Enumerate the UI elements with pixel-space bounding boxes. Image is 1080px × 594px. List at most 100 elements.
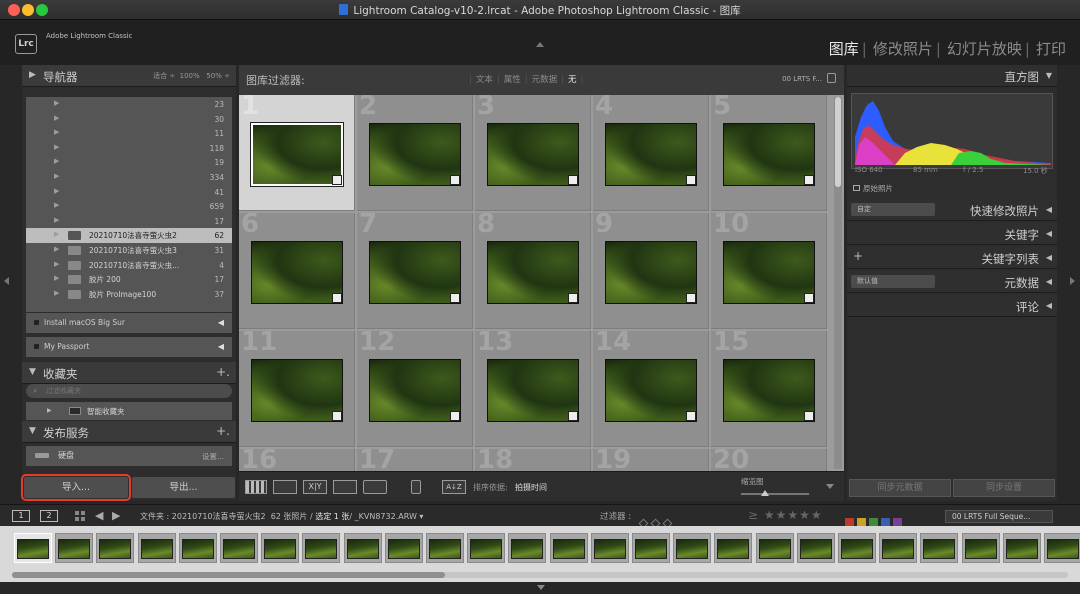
- grid-cell[interactable]: 4: [593, 95, 709, 211]
- folder-row[interactable]: ▶ 19: [26, 155, 232, 170]
- edited-badge-icon[interactable]: [686, 293, 696, 303]
- edited-badge-icon[interactable]: [804, 175, 814, 185]
- filmstrip-thumbnail[interactable]: [796, 533, 835, 563]
- expand-triangle-icon[interactable]: ▶: [54, 274, 59, 282]
- photo-thumbnail[interactable]: [251, 241, 343, 304]
- export-button[interactable]: 导出...: [132, 477, 235, 498]
- folder-row[interactable]: ▶ 20210710法喜寺萤火虫3 31: [26, 243, 232, 258]
- comments-header[interactable]: 评论 ◀: [847, 295, 1057, 317]
- loupe-view-icon[interactable]: [273, 480, 297, 494]
- collections-search[interactable]: ⌕: [26, 384, 232, 398]
- folder-row[interactable]: ▶ 23: [26, 97, 232, 112]
- expand-triangle-icon[interactable]: ▶: [54, 201, 59, 209]
- grid-cell[interactable]: 20: [711, 449, 827, 471]
- filmstrip-thumbnail[interactable]: [508, 533, 547, 563]
- grid-cell[interactable]: 6: [239, 213, 355, 329]
- edited-badge-icon[interactable]: [450, 293, 460, 303]
- filmstrip-thumbnail[interactable]: [879, 533, 918, 563]
- grid-cell[interactable]: 7: [357, 213, 473, 329]
- survey-view-icon[interactable]: [333, 480, 357, 494]
- filmstrip-thumbnail[interactable]: [673, 533, 712, 563]
- filmstrip-thumbnail[interactable]: [714, 533, 753, 563]
- grid-cell[interactable]: 11: [239, 331, 355, 447]
- sync-metadata-button[interactable]: 同步元数据: [849, 479, 951, 497]
- navigator-zoom-options[interactable]: 适合 ÷ 100% 50% ÷: [153, 71, 230, 81]
- expand-triangle-icon[interactable]: ◀: [1046, 229, 1052, 238]
- photo-thumbnail[interactable]: [369, 359, 461, 422]
- grid-scrollbar[interactable]: [834, 97, 842, 469]
- collapse-right-panel-icon[interactable]: [1070, 277, 1075, 285]
- folder-row[interactable]: ▶ 11: [26, 126, 232, 141]
- expand-triangle-icon[interactable]: ▶: [54, 230, 59, 238]
- filmstrip-thumbnail[interactable]: [343, 533, 382, 563]
- filter-none[interactable]: 无: [568, 75, 577, 85]
- filmstrip-thumbnail[interactable]: [220, 533, 258, 563]
- filmstrip-thumbnail[interactable]: [755, 533, 794, 563]
- collapse-left-panel-icon[interactable]: [4, 277, 9, 285]
- filmstrip-thumbnail[interactable]: [920, 533, 959, 563]
- collapse-filmstrip-icon[interactable]: [537, 585, 545, 590]
- filter-attribute[interactable]: 属性: [504, 75, 521, 85]
- module-library[interactable]: 图库: [829, 40, 859, 58]
- edited-badge-icon[interactable]: [568, 175, 578, 185]
- primary-display-button[interactable]: 1: [12, 510, 30, 522]
- expand-triangle-icon[interactable]: ▶: [54, 157, 59, 165]
- filmstrip-source[interactable]: 文件夹 : 20210710法喜寺萤火虫2 62 张照片 / 选定 1 张/ _…: [140, 511, 423, 522]
- edited-badge-icon[interactable]: [686, 411, 696, 421]
- grid-view-icon[interactable]: [75, 511, 86, 522]
- filmstrip-thumbnail[interactable]: [14, 533, 52, 563]
- setup-link[interactable]: 设置...: [202, 451, 224, 462]
- scrollbar-thumb[interactable]: [12, 572, 445, 578]
- sync-settings-button[interactable]: 同步设置: [953, 479, 1055, 497]
- filmstrip-thumbnail[interactable]: [1002, 533, 1041, 563]
- expand-triangle-icon[interactable]: ▶: [54, 260, 59, 268]
- grid-cell[interactable]: 2: [357, 95, 473, 211]
- expand-triangle-icon[interactable]: ▶: [54, 187, 59, 195]
- edited-badge-icon[interactable]: [450, 411, 460, 421]
- photo-thumbnail[interactable]: [605, 359, 697, 422]
- collections-header[interactable]: ▼ 收藏夹 +.: [22, 362, 236, 384]
- photo-thumbnail[interactable]: [487, 359, 579, 422]
- collapse-triangle-icon[interactable]: ◀: [218, 318, 224, 327]
- secondary-display-button[interactable]: 2: [40, 510, 58, 522]
- keywording-header[interactable]: 关键字 ◀: [847, 223, 1057, 245]
- grid-cell[interactable]: 19: [593, 449, 709, 471]
- filter-preset-dropdown[interactable]: 00 LRTS F...: [782, 75, 822, 83]
- expand-triangle-icon[interactable]: ▶: [54, 245, 59, 253]
- filmstrip-thumbnail[interactable]: [55, 533, 94, 563]
- photo-thumbnail[interactable]: [723, 123, 815, 186]
- filmstrip-scrollbar[interactable]: [12, 572, 1068, 578]
- toolbar-options-chevron-icon[interactable]: [826, 484, 834, 489]
- filmstrip-thumbnail[interactable]: [261, 533, 300, 563]
- original-photo-toggle[interactable]: 原始照片: [853, 183, 893, 194]
- folder-row[interactable]: ▶ 30: [26, 112, 232, 127]
- edited-badge-icon[interactable]: [332, 411, 342, 421]
- filmstrip-thumbnail[interactable]: [178, 533, 217, 563]
- photo-thumbnail[interactable]: [723, 359, 815, 422]
- photo-thumbnail[interactable]: [369, 123, 461, 186]
- hard-drive-publish-service[interactable]: 硬盘 设置...: [26, 446, 232, 466]
- grid-cell[interactable]: 15: [711, 331, 827, 447]
- grid-cell[interactable]: 13: [475, 331, 591, 447]
- photo-thumbnail[interactable]: [487, 123, 579, 186]
- expand-triangle-icon[interactable]: ▶: [54, 216, 59, 224]
- folder-row[interactable]: ▶ 118: [26, 141, 232, 156]
- compare-view-icon[interactable]: X|Y: [303, 480, 327, 494]
- import-button[interactable]: 导入...: [21, 474, 131, 501]
- grid-cell[interactable]: 1: [239, 95, 355, 211]
- photo-thumbnail[interactable]: [250, 122, 344, 187]
- folder-row[interactable]: ▶ 334: [26, 170, 232, 185]
- filmstrip-thumbnail[interactable]: [838, 533, 876, 563]
- expand-triangle-icon[interactable]: ◀: [1046, 253, 1052, 262]
- filter-text[interactable]: 文本: [476, 75, 493, 85]
- quick-develop-preset-dropdown[interactable]: 自定: [851, 203, 935, 216]
- filter-metadata[interactable]: 元数据: [532, 75, 558, 85]
- grid-cell[interactable]: 9: [593, 213, 709, 329]
- grid-cell[interactable]: 12: [357, 331, 473, 447]
- edited-badge-icon[interactable]: [804, 411, 814, 421]
- expand-triangle-icon[interactable]: ◀: [1046, 301, 1052, 310]
- filmstrip-thumbnail[interactable]: [590, 533, 629, 563]
- folder-row[interactable]: ▶ 胶片 200 17: [26, 272, 232, 287]
- collections-search-input[interactable]: [46, 385, 216, 397]
- grid-cell[interactable]: 8: [475, 213, 591, 329]
